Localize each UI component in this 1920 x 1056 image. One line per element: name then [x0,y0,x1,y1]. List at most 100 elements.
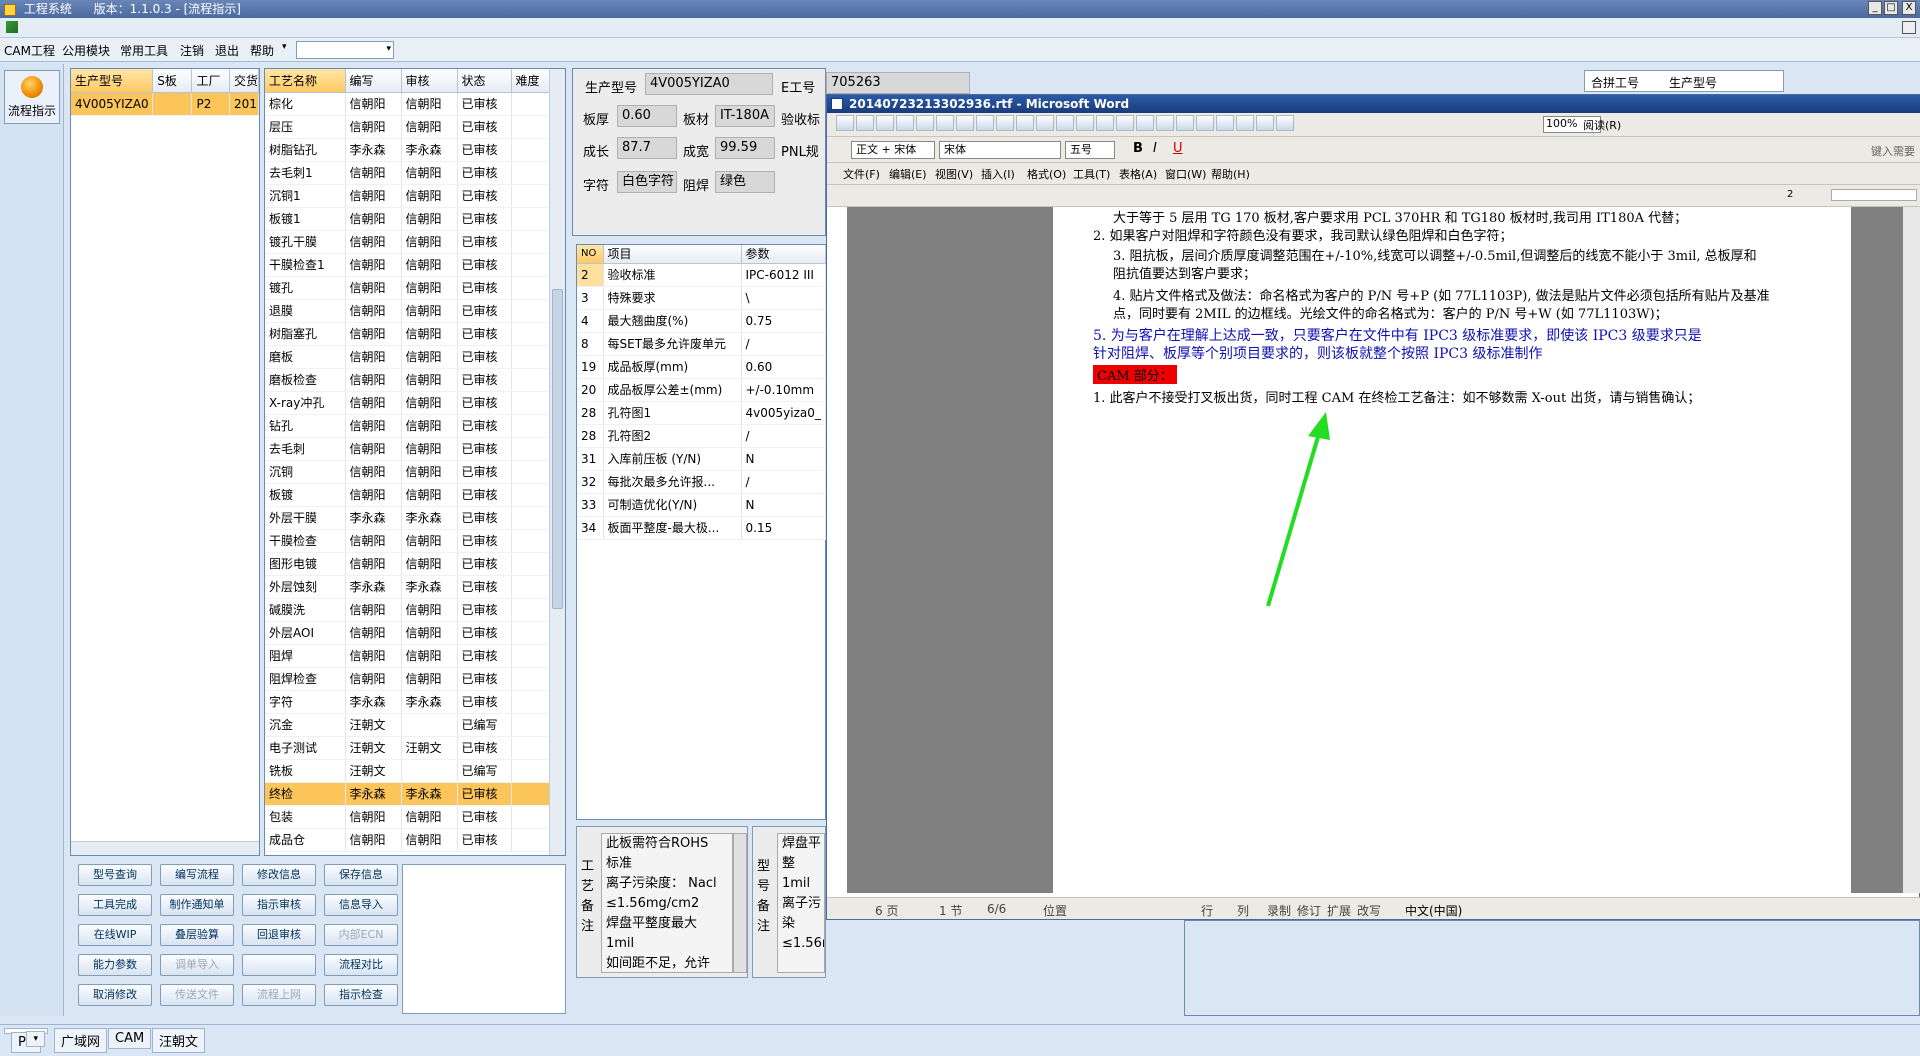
table-row[interactable]: 28 孔符图1 4v005yiza0_ [577,401,826,425]
table-row[interactable]: 磨板检查 信朝阳 信朝阳 已审核 [265,368,550,392]
table-row[interactable]: 31 入库前压板 (Y/N) N [577,447,826,471]
proc-notes-text[interactable]: 此板需符合ROHS 标准 离子污染度： Nacl ≤1.56mg/cm2 焊盘平整度最大… [601,833,733,973]
permission-icon[interactable] [1216,115,1234,131]
col-header[interactable]: S板 [152,69,193,93]
close-button[interactable]: X [1902,1,1916,15]
eno-field[interactable]: 705263 [826,72,970,94]
open-icon[interactable] [1256,115,1274,131]
table-row[interactable]: 棕化 信朝阳 信朝阳 已审核 [265,92,550,116]
col-header[interactable]: 参数 [741,245,826,264]
insert-table-icon[interactable] [936,115,954,131]
col-header[interactable]: 交货 [229,69,260,93]
spell-icon[interactable] [1136,115,1154,131]
action-button[interactable]: 修改信息 [242,864,316,886]
menu-cam[interactable]: CAM工程 [4,42,55,59]
show-hide-icon[interactable] [836,115,854,131]
table-row[interactable]: 8 每SET最多允许废单元 / [577,332,826,356]
docmap-icon[interactable] [856,115,874,131]
font-combo[interactable]: 宋体 [939,141,1061,159]
table-row[interactable]: 包装 信朝阳 信朝阳 已审核 [265,805,550,829]
chevron-down-icon[interactable]: ▾ [26,1031,45,1047]
table-row[interactable]: 阻焊检查 信朝阳 信朝阳 已审核 [265,667,550,691]
table-row[interactable]: 树脂塞孔 信朝阳 信朝阳 已审核 [265,322,550,346]
hyperlink-icon[interactable] [976,115,994,131]
action-button[interactable]: 信息导入 [324,894,398,916]
word-menu-item[interactable]: 表格(A) [1119,166,1157,182]
format-painter-icon[interactable] [1036,115,1054,131]
paste-icon[interactable] [1056,115,1074,131]
table-row[interactable]: 33 可制造优化(Y/N) N [577,493,826,517]
action-button[interactable]: 制作通知单 [160,894,234,916]
action-button[interactable] [242,954,316,976]
col-header[interactable]: 状态 [457,69,512,93]
col-header[interactable]: 编写 [345,69,402,93]
help-search-box[interactable]: 键入需要 [1871,143,1915,159]
table-row[interactable]: 沉铜 信朝阳 信朝阳 已审核 [265,460,550,484]
action-button[interactable]: 保存信息 [324,864,398,886]
thick-field[interactable]: 0.60 [617,105,677,127]
table-row[interactable]: 外层AOI 信朝阳 信朝阳 已审核 [265,621,550,645]
table-row[interactable]: 32 每批次最多允许报... / [577,470,826,494]
excel-icon[interactable] [916,115,934,131]
status-ext[interactable]: 扩展 [1327,902,1351,919]
chevron-down-icon[interactable]: ▾ [282,42,287,52]
undo-icon[interactable] [1016,115,1034,131]
table-row[interactable]: 阻焊 信朝阳 信朝阳 已审核 [265,644,550,668]
table-row[interactable]: 板镀 信朝阳 信朝阳 已审核 [265,483,550,507]
table-row[interactable]: 2 验收标准 IPC-6012 III [577,263,826,287]
table-row[interactable]: 去毛刺1 信朝阳 信朝阳 已审核 [265,161,550,185]
word-menu-item[interactable]: 帮助(H) [1211,166,1250,182]
action-button[interactable]: 内部ECN [324,924,398,946]
minimize-button[interactable]: _ [1868,1,1882,15]
word-menu-item[interactable]: 编辑(E) [889,166,927,182]
action-button[interactable]: 传送文件 [160,984,234,1006]
model-notes-text[interactable]: 焊盘平整 1mil 离子污染 ≤1.56m [777,833,825,973]
model-field[interactable]: 4V005YIZA0 [645,73,773,95]
table-row[interactable]: 34 板面平整度-最大极... 0.15 [577,516,826,540]
word-menu-item[interactable]: 视图(V) [935,166,973,182]
action-button[interactable]: 回退审核 [242,924,316,946]
col-header[interactable]: NO [577,245,604,264]
table-row[interactable]: 外层蚀刻 李永森 李永森 已审核 [265,575,550,599]
col-header[interactable]: 工厂 [191,69,230,93]
col-header[interactable]: 工艺名称 [265,69,346,93]
table-row[interactable]: 去毛刺 信朝阳 信朝阳 已审核 [265,437,550,461]
action-button[interactable]: 叠层验算 [160,924,234,946]
underline-button[interactable]: U [1173,141,1183,156]
wid-field[interactable]: 99.59 [715,137,775,159]
maximize-button[interactable]: □ [1884,1,1898,15]
notes-scrollbar[interactable] [733,833,747,973]
action-button[interactable]: 取消修改 [78,984,152,1006]
flag-icon[interactable] [6,21,18,33]
action-button[interactable]: 调单导入 [160,954,234,976]
mask-field[interactable]: 绿色 [715,171,775,193]
drawing-icon[interactable] [876,115,894,131]
document-page[interactable]: 大于等于 5 层用 TG 170 板材,客户要求用 PCL 370HR 和 TG… [1053,207,1851,893]
table-row[interactable]: 镀孔 信朝阳 信朝阳 已审核 [265,276,550,300]
status-rev[interactable]: 修订 [1297,902,1321,919]
model-table-hscroll[interactable] [71,841,259,855]
action-button[interactable]: 工具完成 [78,894,152,916]
action-button[interactable]: 编写流程 [160,864,234,886]
menu-help[interactable]: 帮助 [250,42,274,59]
table-row[interactable]: 干膜检查1 信朝阳 信朝阳 已审核 [265,253,550,277]
flow-instruction-button[interactable]: 流程指示 [4,70,60,124]
table-row[interactable]: 图形电镀 信朝阳 信朝阳 已审核 [265,552,550,576]
research-icon[interactable] [1116,115,1134,131]
menu-exit[interactable]: 退出 [215,42,239,59]
table-row[interactable]: 镀孔干膜 信朝阳 信朝阳 已审核 [265,230,550,254]
status-ovr[interactable]: 改写 [1357,902,1381,919]
col-header[interactable]: 生产型号 [1669,74,1717,91]
process-table-vscroll[interactable] [549,69,565,855]
action-button[interactable]: 在线WIP [78,924,152,946]
table-row[interactable]: 树脂钻孔 李永森 李永森 已审核 [265,138,550,162]
char-field[interactable]: 白色字符 [617,171,677,193]
style-combo[interactable]: 正文 + 宋体 [851,141,935,159]
col-header[interactable]: 项目 [603,245,742,264]
preview-icon[interactable] [1156,115,1174,131]
chevron-down-icon[interactable]: ▾ [386,44,391,54]
read-button[interactable]: 阅读(R) [1583,117,1621,133]
scroll-thumb[interactable] [552,289,563,609]
table-row[interactable]: 19 成品板厚(mm) 0.60 [577,355,826,379]
action-button[interactable]: 能力参数 [78,954,152,976]
